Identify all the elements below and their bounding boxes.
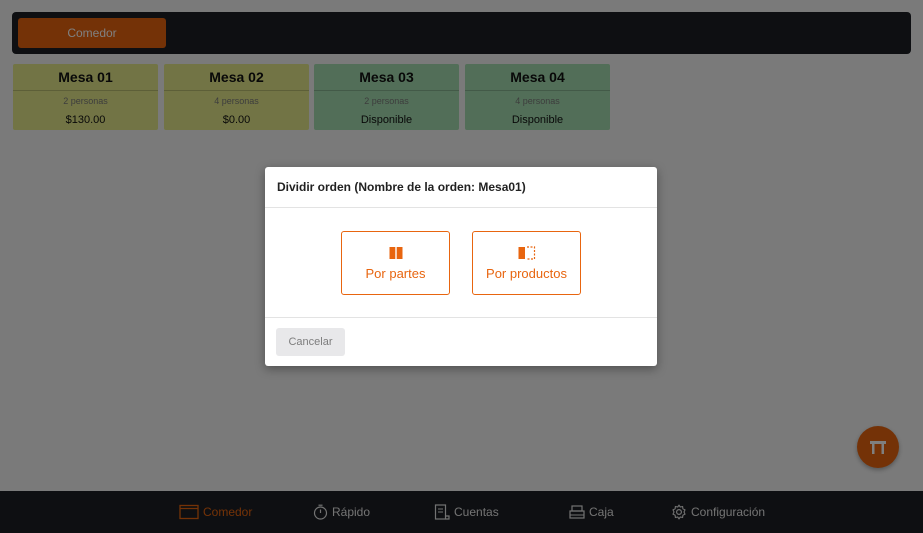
dialog-footer: Cancelar bbox=[265, 318, 657, 365]
split-by-products-button[interactable]: Por productos bbox=[472, 231, 581, 295]
split-products-icon bbox=[518, 245, 535, 260]
split-parts-icon bbox=[389, 246, 402, 259]
cancel-button[interactable]: Cancelar bbox=[276, 328, 345, 356]
dialog-title: Dividir orden (Nombre de la orden: Mesa0… bbox=[265, 167, 657, 208]
split-option-label: Por partes bbox=[365, 265, 426, 281]
split-by-parts-button[interactable]: Por partes bbox=[341, 231, 450, 295]
dialog-body: Por partes Por productos bbox=[265, 208, 657, 318]
split-order-dialog: Dividir orden (Nombre de la orden: Mesa0… bbox=[265, 167, 657, 366]
split-option-label: Por productos bbox=[486, 265, 567, 281]
